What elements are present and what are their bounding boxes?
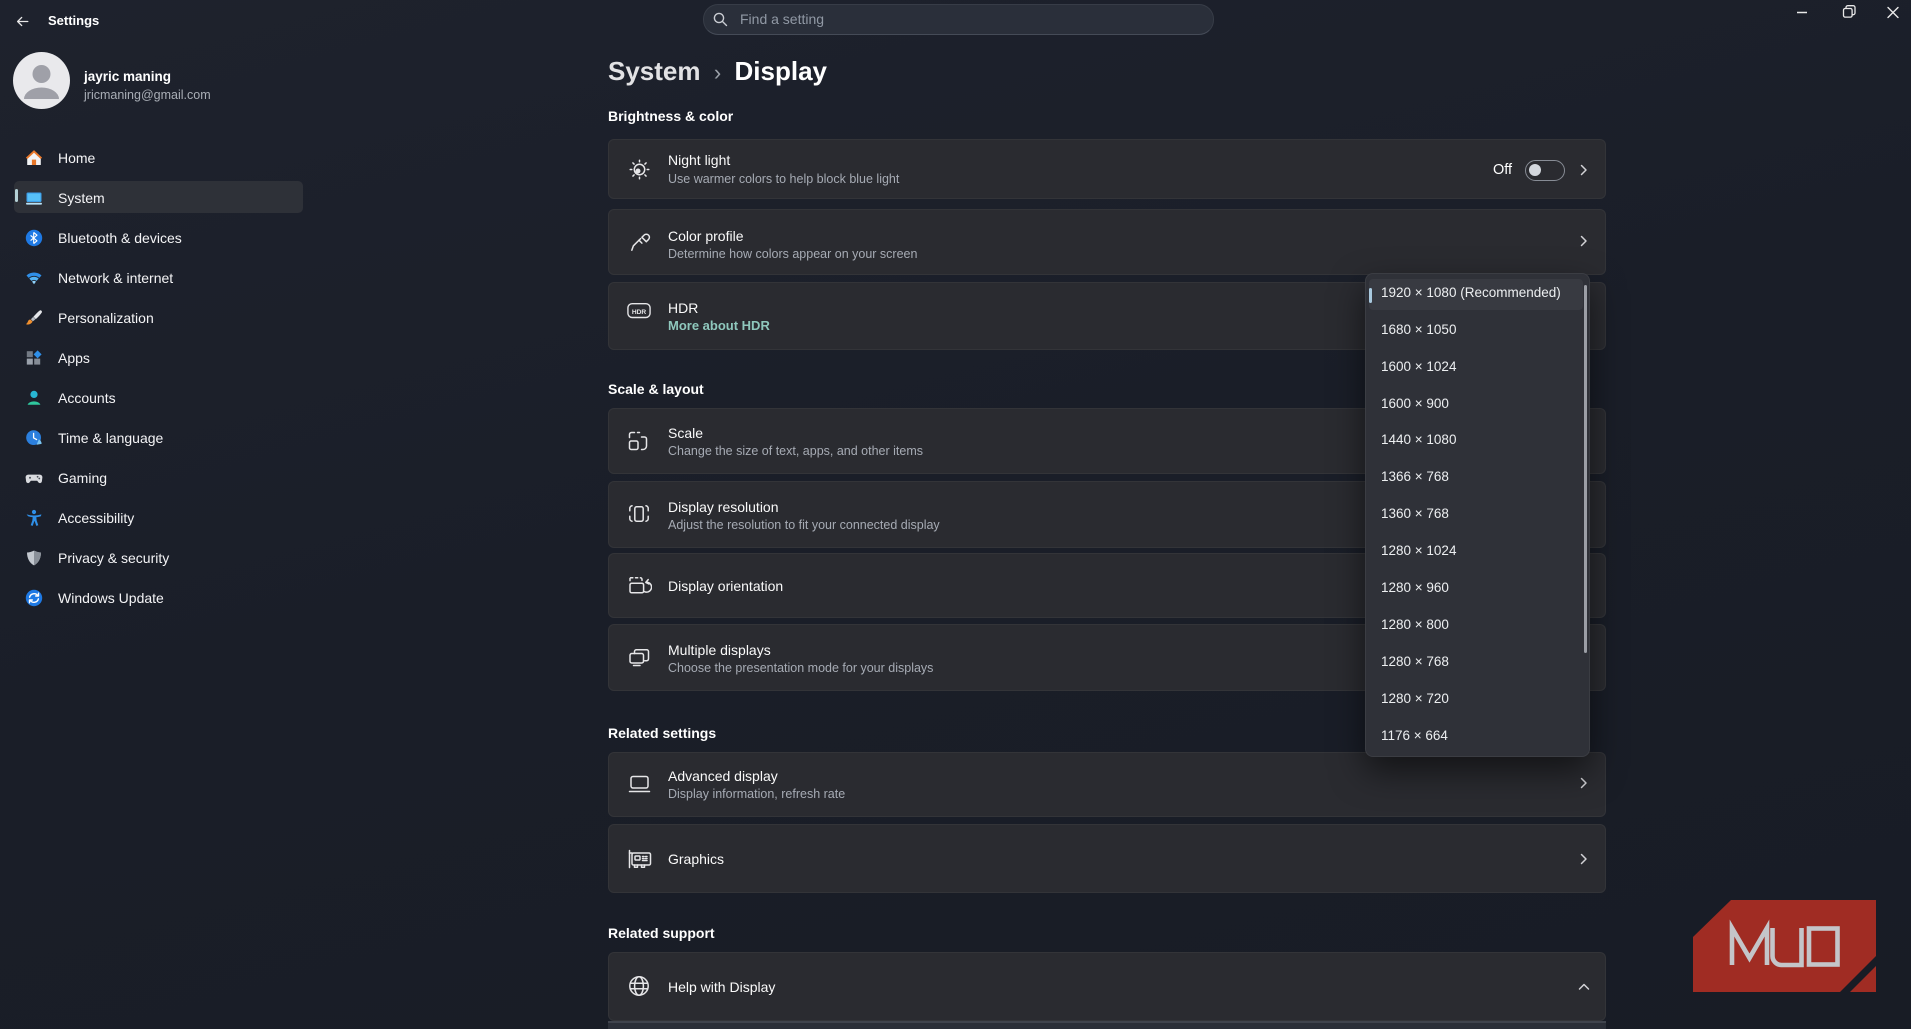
svg-text:HDR: HDR (632, 309, 647, 316)
